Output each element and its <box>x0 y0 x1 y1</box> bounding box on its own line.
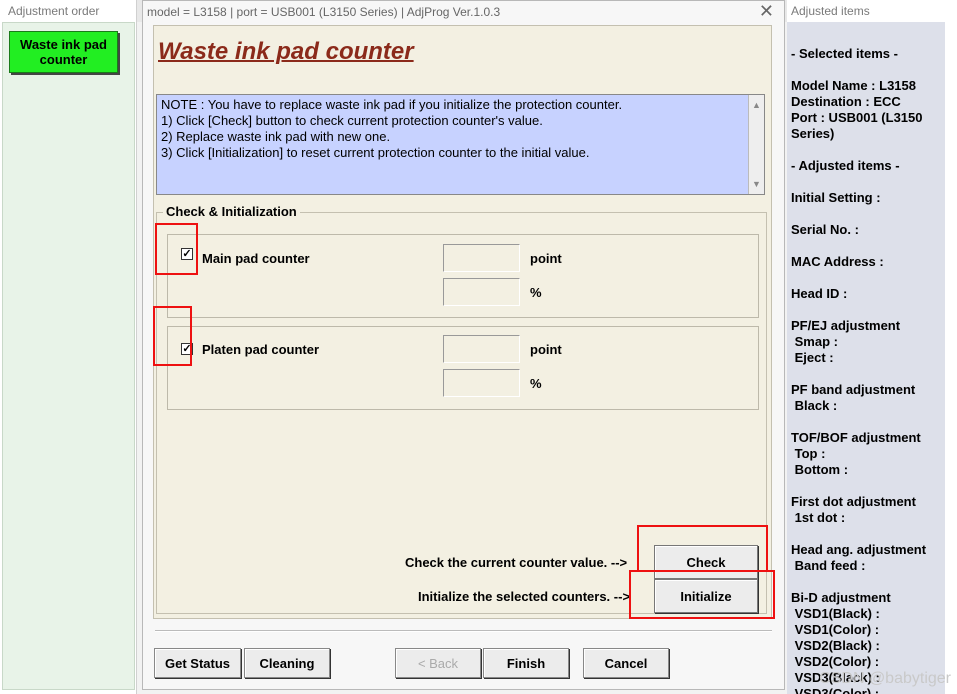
main-pad-checkbox[interactable]: ✓ <box>181 248 193 260</box>
cancel-button[interactable]: Cancel <box>583 648 669 678</box>
page-title: Waste ink pad counter <box>158 38 414 65</box>
main-pad-label: Main pad counter <box>202 251 310 266</box>
adjusted-item-line <box>791 238 926 254</box>
note-line: 2) Replace waste ink pad with new one. <box>161 129 391 144</box>
platen-pad-point-field[interactable] <box>443 335 520 363</box>
adjusted-item-line <box>791 174 926 190</box>
adjusted-item-line: VSD1(Color) : <box>791 622 880 637</box>
initialize-button[interactable]: Initialize <box>654 579 758 613</box>
adjusted-items-list: - Selected items - Model Name : L3158 Dest… <box>791 46 926 694</box>
dialog-content: Waste ink pad counter NOTE : You have to… <box>153 25 772 619</box>
adjusted-item-line: 1st dot : <box>791 510 846 525</box>
note-line: NOTE : You have to replace waste ink pad… <box>161 97 623 112</box>
adjusted-item-line: - Adjusted items - <box>791 158 900 173</box>
adjusted-item-line: Top : <box>791 446 826 461</box>
adjusted-item-line: VSD1(Black) : <box>791 606 880 621</box>
note-line: 1) Click [Check] button to check current… <box>161 113 543 128</box>
adjusted-item-line: VSD2(Color) : <box>791 654 880 669</box>
adjusted-item-line <box>791 62 926 78</box>
adjusted-item-line: TOF/BOF adjustment <box>791 430 921 445</box>
adjusted-item-line <box>791 526 926 542</box>
note-line: 3) Click [Initialization] to reset curre… <box>161 145 590 160</box>
adjusted-item-line: Head ID : <box>791 286 848 301</box>
adjusted-item-line: Bi-D adjustment <box>791 590 891 605</box>
adjprog-dialog: model = L3158 | port = USB001 (L3150 Ser… <box>142 0 785 690</box>
adjusted-item-line: Serial No. : <box>791 222 859 237</box>
adjusted-items-title: Adjusted items <box>791 4 870 18</box>
cleaning-button[interactable]: Cleaning <box>244 648 330 678</box>
scroll-up-icon[interactable]: ▲ <box>752 97 761 113</box>
adjusted-item-line <box>791 366 926 382</box>
adjusted-item-line <box>791 574 926 590</box>
close-icon[interactable]: ✕ <box>759 1 774 22</box>
adjusted-item-line: PF/EJ adjustment <box>791 318 901 333</box>
waste-ink-pad-counter-item[interactable]: Waste ink pad counter <box>9 31 118 73</box>
adjusted-item-line <box>791 302 926 318</box>
adjustment-order-title: Adjustment order <box>8 4 100 18</box>
platen-pad-percent-field[interactable] <box>443 369 520 397</box>
adjusted-item-line <box>791 270 926 286</box>
adjusted-item-line: Series) <box>791 126 835 141</box>
note-scrollbar[interactable]: ▲ ▼ <box>748 95 764 194</box>
main-pad-point-unit: point <box>530 251 562 266</box>
check-initialization-group: Check & Initialization ✓ Main pad counte… <box>156 204 767 614</box>
adjusted-item-line: Bottom : <box>791 462 849 477</box>
adjusted-item-line: Smap : <box>791 334 838 349</box>
dialog-title: model = L3158 | port = USB001 (L3150 Ser… <box>147 5 501 19</box>
adjusted-items-panel: Adjusted items - Selected items - Model N… <box>787 0 957 694</box>
adjusted-item-line <box>791 206 926 222</box>
platen-pad-label: Platen pad counter <box>202 342 320 357</box>
get-status-button[interactable]: Get Status <box>154 648 241 678</box>
adjusted-item-line: Destination : ECC <box>791 94 901 109</box>
adjusted-item-line: First dot adjustment <box>791 494 916 509</box>
adjusted-item-line: - Selected items - <box>791 46 898 61</box>
main-pad-percent-field[interactable] <box>443 278 520 306</box>
platen-pad-point-unit: point <box>530 342 562 357</box>
adjusted-item-line <box>791 478 926 494</box>
back-button[interactable]: < Back <box>395 648 481 678</box>
platen-pad-checkbox[interactable]: ✓ <box>181 343 193 355</box>
adjusted-item-line: Eject : <box>791 350 834 365</box>
adjusted-item-line <box>791 414 926 430</box>
finish-button[interactable]: Finish <box>483 648 569 678</box>
adjusted-item-line: Port : USB001 (L3150 <box>791 110 923 125</box>
adjusted-items-body: - Selected items - Model Name : L3158 Dest… <box>787 22 945 694</box>
divider <box>155 630 772 632</box>
adjusted-item-line: Band feed : <box>791 558 866 573</box>
adjustment-order-list <box>2 22 135 690</box>
platen-pad-counter-box: ✓ Platen pad counter point % <box>167 326 759 410</box>
scroll-down-icon[interactable]: ▼ <box>752 176 761 192</box>
note-textbox[interactable]: NOTE : You have to replace waste ink pad… <box>156 94 765 195</box>
adjusted-item-line: Black : <box>791 398 838 413</box>
adjusted-item-line: PF band adjustment <box>791 382 916 397</box>
adjusted-item-line: MAC Address : <box>791 254 884 269</box>
platen-pad-percent-unit: % <box>530 376 542 391</box>
group-label: Check & Initialization <box>163 204 300 219</box>
main-pad-counter-box: ✓ Main pad counter point % <box>167 234 759 318</box>
adjusted-item-line: VSD2(Black) : <box>791 638 880 653</box>
adjusted-item-line: Head ang. adjustment <box>791 542 927 557</box>
main-pad-percent-unit: % <box>530 285 542 300</box>
watermark: CSDN @babytiger <box>819 670 951 687</box>
initialize-instruction: Initialize the selected counters. --> <box>418 589 631 604</box>
adjusted-item-line: Model Name : L3158 <box>791 78 916 93</box>
check-button[interactable]: Check <box>654 545 758 579</box>
main-pad-point-field[interactable] <box>443 244 520 272</box>
adjusted-item-line <box>791 142 926 158</box>
adjusted-item-line: Initial Setting : <box>791 190 881 205</box>
check-instruction: Check the current counter value. --> <box>405 555 628 570</box>
adjustment-order-panel: Adjustment order Waste ink pad counter <box>0 0 137 694</box>
